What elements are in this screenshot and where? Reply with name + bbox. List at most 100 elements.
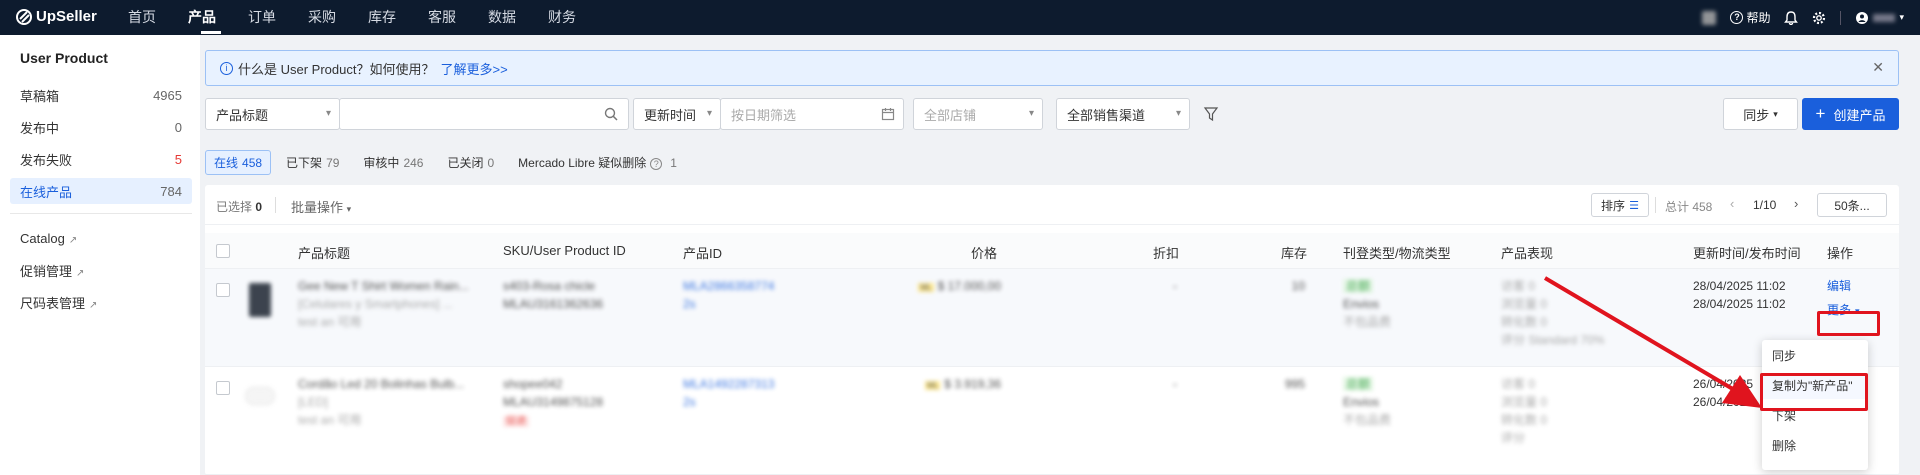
close-icon[interactable]: ✕ — [1872, 59, 1884, 76]
sku-cell: shopee042 MLAU3149875128 促进 — [503, 375, 603, 431]
top-right-tools: ? 帮助 ▾ — [1702, 0, 1904, 35]
batch-operation-dropdown[interactable]: 批量操作 ▾ — [291, 197, 351, 216]
table-row: Gee New T Shirt Women Rain... [Celulares… — [205, 269, 1899, 367]
upseller-logo-icon — [16, 8, 32, 25]
nav-customer-service[interactable]: 客服 — [412, 0, 472, 35]
tab-count: 1 — [670, 155, 677, 170]
selected-count-label: 已选择 0 — [216, 198, 262, 215]
row-checkbox[interactable] — [216, 283, 230, 297]
mercadolibre-icon: ML — [925, 381, 941, 390]
tab-delisted[interactable]: 已下架 79 — [277, 150, 348, 175]
nav-orders[interactable]: 订单 — [232, 0, 292, 35]
perf-rating: 评分 Standard 70% — [1501, 333, 1605, 347]
divider — [1655, 197, 1656, 213]
time-type-select[interactable]: 更新时间 ▾ — [633, 98, 721, 130]
header-performance: 产品表现 — [1501, 246, 1554, 261]
product-id-link[interactable]: MLA1492287313 — [683, 375, 774, 393]
external-link-icon: ↗ — [68, 234, 78, 246]
table-header: 产品标题 SKU/User Product ID 产品ID 价格 折扣 库存 刊… — [205, 233, 1899, 269]
next-page-button[interactable]: › — [1794, 196, 1798, 211]
store-avatar[interactable] — [1702, 10, 1717, 25]
edit-link[interactable]: 编辑 — [1827, 277, 1851, 295]
help-link[interactable]: ? 帮助 — [1730, 9, 1770, 26]
sort-button[interactable]: 排序 ☰ — [1591, 193, 1649, 217]
menu-item-delete[interactable]: 删除 — [1762, 433, 1868, 459]
sidebar-item-online[interactable]: 在线产品 784 — [10, 178, 192, 204]
nav-purchase[interactable]: 采购 — [292, 0, 352, 35]
time-type-value: 更新时间 — [644, 107, 697, 123]
channel-value: 全部销售渠道 — [1067, 107, 1146, 123]
sidebar-title: User Product — [20, 50, 108, 66]
question-icon: ? — [650, 157, 663, 170]
selected-count: 0 — [255, 200, 263, 214]
tab-suspected-deleted[interactable]: Mercado Libre 疑似删除? 1 — [509, 150, 686, 175]
tab-closed[interactable]: 已关闭 0 — [438, 150, 503, 175]
sidebar-item-drafts[interactable]: 草稿箱 4965 — [10, 82, 192, 108]
status-badge: 促进 — [503, 416, 529, 427]
search-icon[interactable] — [604, 107, 618, 121]
sidebar-link-label: Catalog — [20, 230, 65, 246]
perf-views: 浏览量 0 — [1501, 297, 1548, 311]
sidebar-link-promotions[interactable]: 促销管理 ↗ — [10, 257, 192, 283]
price-cell: ML $ 17.000,00 — [901, 277, 1001, 297]
store-select[interactable]: 全部店铺 ▾ — [913, 98, 1043, 130]
tab-online[interactable]: 在线 458 — [205, 149, 272, 175]
nav-home[interactable]: 首页 — [112, 0, 172, 35]
sidebar-link-catalog[interactable]: Catalog ↗ — [10, 225, 192, 251]
help-label: 帮助 — [1746, 11, 1771, 25]
product-id-link[interactable]: MLA2866358774 — [683, 277, 774, 295]
header-stock: 库存 — [1281, 246, 1308, 261]
price-cell: ML $ 3.919,36 — [901, 375, 1001, 395]
product-thumbnail[interactable] — [249, 283, 271, 317]
learn-more-link[interactable]: 了解更多>> — [440, 59, 507, 78]
top-navigation-bar: UpSeller 首页 产品 订单 采购 库存 客服 数据 财务 ? 帮助 ▾ — [0, 0, 1920, 35]
prev-page-button[interactable]: ‹ — [1730, 196, 1734, 211]
sidebar-link-size-chart[interactable]: 尺码表管理 ↗ — [10, 289, 192, 315]
copy-item-highlight — [1760, 373, 1868, 411]
stock-value: 995 — [1284, 377, 1305, 391]
chevron-down-icon: ▾ — [346, 204, 352, 214]
perf-views: 浏览量 0 — [1501, 395, 1548, 409]
page-size-select[interactable]: 50条... — [1817, 193, 1887, 217]
row-checkbox[interactable] — [216, 381, 230, 395]
product-id-sub: 2s — [683, 297, 696, 311]
upseller-logo[interactable]: UpSeller — [16, 8, 97, 25]
sidebar-item-failed[interactable]: 发布失败 5 — [10, 146, 192, 172]
sidebar-item-label: 草稿箱 — [20, 88, 60, 104]
shipping-type: Envios — [1343, 297, 1380, 311]
tab-label: 在线 — [214, 155, 239, 170]
sku-value: s403-Rosa chicle — [503, 279, 596, 293]
chevron-down-icon: ▾ — [1773, 108, 1778, 119]
sidebar-item-count: 0 — [174, 119, 182, 135]
tab-label: 已关闭 — [447, 155, 484, 170]
discount-value: - — [1173, 279, 1177, 293]
nav-finance[interactable]: 财务 — [532, 0, 592, 35]
sync-button[interactable]: 同步 ▾ — [1723, 98, 1798, 130]
date-placeholder: 按日期筛选 — [731, 107, 797, 123]
filter-icon[interactable] — [1203, 106, 1219, 122]
gear-icon[interactable] — [1812, 11, 1826, 25]
product-title[interactable]: Cordão Led 20 Bolinhas Bulb... — [298, 375, 464, 393]
product-thumbnail[interactable] — [245, 387, 275, 405]
sidebar-item-publishing[interactable]: 发布中 0 — [10, 114, 192, 140]
select-all-checkbox[interactable] — [216, 244, 230, 258]
nav-data[interactable]: 数据 — [472, 0, 532, 35]
create-product-button[interactable]: + 创建产品 — [1802, 98, 1899, 130]
bell-icon[interactable] — [1784, 10, 1799, 25]
product-title[interactable]: Gee New T Shirt Women Rain... — [298, 277, 469, 295]
tab-under-review[interactable]: 审核中 246 — [354, 150, 432, 175]
title-field-value: 产品标题 — [216, 107, 269, 123]
menu-item-sync[interactable]: 同步 — [1762, 343, 1868, 369]
title-field-select[interactable]: 产品标题 ▾ — [205, 98, 340, 130]
shipping-sub: 不包品费 — [1343, 315, 1392, 329]
date-filter-input[interactable]: 按日期筛选 — [720, 98, 904, 130]
sidebar: User Product 草稿箱 4965 发布中 0 发布失败 5 在线产品 784 … — [0, 35, 200, 475]
published-time: 28/04/2025 11:02 — [1693, 297, 1786, 311]
channel-select[interactable]: 全部销售渠道 ▾ — [1056, 98, 1190, 130]
main-nav: 首页 产品 订单 采购 库存 客服 数据 财务 — [112, 0, 592, 35]
product-table-panel: 已选择 0 批量操作 ▾ 排序 ☰ 总计 458 ‹ 1/10 › 50条... … — [205, 185, 1899, 475]
search-input[interactable] — [339, 98, 629, 130]
nav-products[interactable]: 产品 — [172, 0, 232, 35]
nav-inventory[interactable]: 库存 — [352, 0, 412, 35]
user-menu[interactable]: ▾ — [1855, 11, 1904, 25]
